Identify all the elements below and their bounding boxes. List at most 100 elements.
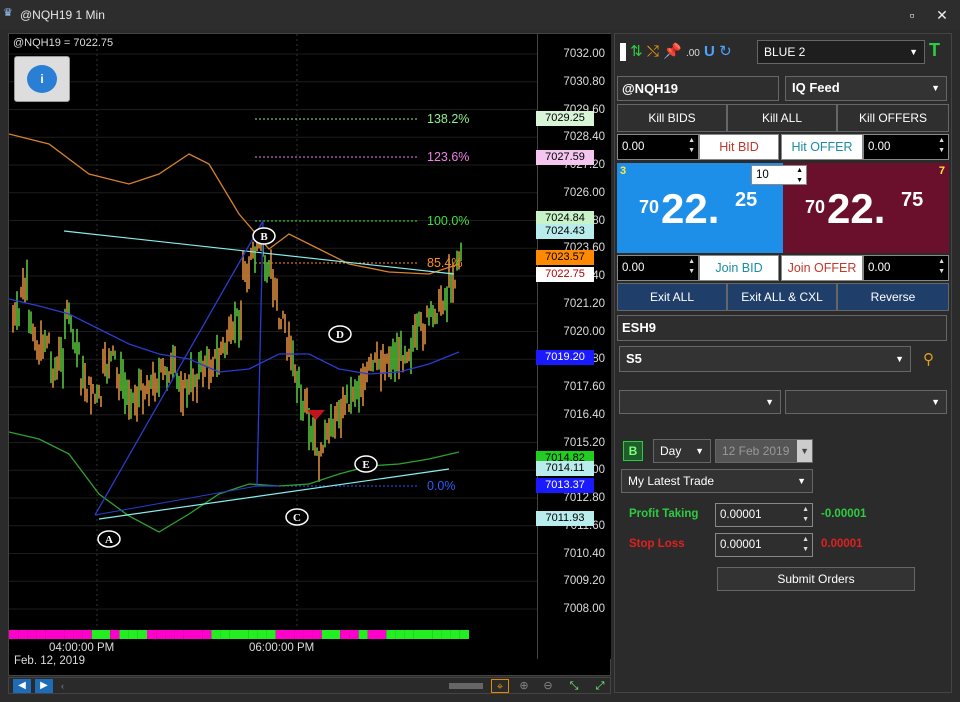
stop-label: Stop Loss [629,538,685,550]
signal-strip-cell [349,630,359,639]
signal-strip-cell [18,630,28,639]
stepper-icon[interactable]: ▲ ▼ [802,535,809,555]
symbol-input[interactable]: @NQH19 [617,76,779,101]
signal-strip-cell [128,630,138,639]
ask-price-tile[interactable]: 7 70 22. 75 [783,163,949,253]
tif-select[interactable]: Day ▼ [653,439,711,463]
zoom-in-icon[interactable]: ⊕ [515,679,533,693]
scroll-thumb[interactable] [449,683,483,689]
pattern-point-label: A [105,534,113,546]
join-bid-price-stepper[interactable]: 0.00 ▲ ▼ [617,255,699,281]
pin-icon[interactable]: 📌 [663,43,682,60]
y-tick-label: 7010.40 [563,547,605,560]
date-select[interactable]: 12 Feb 2019 ▼ [715,439,813,463]
fib-level-label: 123.6% [427,150,469,164]
b-button[interactable]: B [623,441,643,461]
join-offer-button[interactable]: Join OFFER [781,255,863,281]
hit-bid-button[interactable]: Hit BID [699,134,779,160]
signal-strip-cell [119,630,129,639]
toolbar: ⇅ ⤭ 📌 .00 U ↻ [620,40,750,64]
scroll-arrow-icon[interactable]: ‹ [61,681,64,691]
y-tick-label: 7030.80 [563,75,605,88]
price-marker: 7023.57 [536,250,594,265]
signal-strip-cell [64,630,74,639]
kill-all-button[interactable]: Kill ALL [727,104,837,132]
text-tool-icon[interactable]: T [929,40,940,61]
stepper-icon[interactable]: ▲ ▼ [796,166,803,186]
order-type-value: My Latest Trade [628,474,715,488]
reverse-button[interactable]: Reverse [837,283,949,311]
restore-icon[interactable]: ▫ [903,6,921,24]
scroll-left-icon[interactable]: ◀ [13,679,31,693]
chevron-down-icon: ▼ [895,354,904,364]
signal-strip-cell [137,630,147,639]
account-select[interactable]: ▼ [619,390,781,414]
stop-result: 0.00001 [821,538,863,550]
exit-all-cxl-button[interactable]: Exit ALL & CXL [727,283,837,311]
expand-icon[interactable]: ⤢ [591,679,609,693]
white-bar-icon[interactable] [620,43,626,62]
join-bid-button[interactable]: Join BID [699,255,779,281]
counter-icon[interactable]: .00 [686,48,700,59]
hit-bid-price-stepper[interactable]: 0.00 ▲ ▼ [617,134,699,160]
app-logo[interactable]: i [14,56,70,102]
close-icon[interactable]: ✕ [933,6,951,24]
chart-scrollbar[interactable]: ◀ ▶ ‹ ⌖ ⊕ ⊖ ⤡ ⤢ [8,677,611,694]
fib-level-label: 100.0% [427,214,469,228]
profit-value: 0.00001 [720,509,762,521]
scheme-select[interactable]: BLUE 2 ▼ [757,40,925,64]
feed-select[interactable]: IQ Feed ▼ [785,76,947,101]
pin-icon[interactable]: ⚲ [923,350,934,368]
signal-strip-cell [82,630,92,639]
refresh-icon[interactable]: ↻ [719,43,732,60]
stepper-icon[interactable]: ▲ ▼ [802,505,809,525]
kill-bids-button[interactable]: Kill BIDS [617,104,727,132]
zoom-out-icon[interactable]: ⊖ [539,679,557,693]
signal-strip-cell [91,630,101,639]
signal-strip-cell [423,630,433,639]
ask-main: 22. [827,185,886,232]
bid-handle: 70 [639,197,660,217]
quantity-stepper[interactable]: 10 ▲ ▼ [751,165,807,185]
submit-orders-button[interactable]: Submit Orders [717,567,915,591]
info-chart-icon: i [27,65,57,93]
chevron-down-icon: ▼ [931,397,940,407]
crosshair-icon[interactable]: ⌖ [491,679,509,693]
u-icon[interactable]: U [704,43,715,60]
signal-strip-cell [229,630,239,639]
kill-offers-button[interactable]: Kill OFFERS [837,104,949,132]
hit-offer-price-stepper[interactable]: 0.00 ▲ ▼ [863,134,949,160]
y-tick-label: 7016.40 [563,408,605,421]
strategy-select[interactable]: S5 ▼ [619,346,911,372]
signal-strip-cell [193,630,203,639]
stepper-icon[interactable]: ▲ ▼ [688,136,695,156]
route-select[interactable]: ▼ [785,390,947,414]
scroll-right-icon[interactable]: ▶ [35,679,53,693]
signal-strip-cell [220,630,230,639]
y-tick-label: 7017.60 [563,381,605,393]
signal-strip-cell [45,630,55,639]
signal-strip-cell [340,630,350,639]
pattern-point-label: B [260,231,268,243]
exit-all-button[interactable]: Exit ALL [617,283,727,311]
collapse-icon[interactable]: ⤡ [565,679,583,693]
stop-stepper[interactable]: 0.00001 ▲ ▼ [715,533,813,557]
pattern-point-label: E [362,459,369,471]
shuffle-icon[interactable]: ⤭ [647,43,659,60]
stepper-icon[interactable]: ▲ ▼ [938,257,945,277]
chart-plot[interactable]: 138.2%123.6%100.0%85.4%0.0%ABCDE [9,34,537,640]
order-type-select[interactable]: My Latest Trade ▼ [621,469,813,493]
account-symbol-field[interactable]: ESH9 [617,315,947,341]
signal-strip-cell [174,630,184,639]
stepper-icon[interactable]: ▲ ▼ [938,136,945,156]
ask-size: 7 [938,165,945,177]
signal-strip-cell [285,630,295,639]
arrows-icon[interactable]: ⇅ [630,43,643,60]
hit-offer-button[interactable]: Hit OFFER [781,134,863,160]
join-offer-price-stepper[interactable]: 0.00 ▲ ▼ [863,255,949,281]
price-chart[interactable]: 138.2% 123.6% 100.0% 85.4% 0.0% A B C D E @NQH19 … [8,33,611,676]
y-tick-label: 7012.80 [563,492,605,504]
stepper-icon[interactable]: ▲ ▼ [688,257,695,277]
profit-stepper[interactable]: 0.00001 ▲ ▼ [715,503,813,527]
signal-strip-cell [55,630,65,639]
